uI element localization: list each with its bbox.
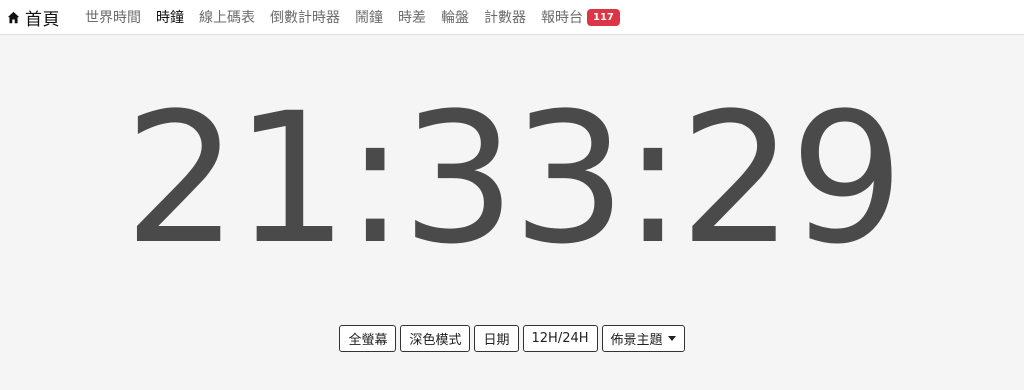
date-button[interactable]: 日期 [474,325,519,352]
notification-badge: 117 [587,8,620,26]
dark-mode-button[interactable]: 深色模式 [400,325,471,352]
nav-item-counter[interactable]: 計數器 [484,7,526,27]
home-link[interactable]: 首頁 [7,0,60,35]
digital-clock-display: 21:33:29 [123,75,904,284]
home-icon [7,11,20,23]
nav-item-clock[interactable]: 時鐘 [156,7,184,27]
nav-item-time-difference[interactable]: 時差 [398,7,426,27]
fullscreen-button[interactable]: 全螢幕 [339,325,397,352]
theme-dropdown-button[interactable]: 佈景主題 [601,325,685,352]
nav-item-time-announcer[interactable]: 報時台 117 [541,7,620,27]
nav-item-stopwatch[interactable]: 線上碼表 [199,7,255,27]
nav-menu: 世界時間 時鐘 線上碼表 倒數計時器 鬧鐘 時差 輪盤 計數器 報時台 117 [85,0,635,35]
home-label: 首頁 [25,9,60,30]
nav-item-roulette[interactable]: 輪盤 [441,7,469,27]
clock-toolbar: 全螢幕 深色模式 日期 12H/24H 佈景主題 [0,325,1024,352]
top-navbar: 首頁 世界時間 時鐘 線上碼表 倒數計時器 鬧鐘 時差 輪盤 計數器 報時台 1… [0,0,1024,35]
nav-item-time-announcer-label: 報時台 [541,10,583,26]
nav-item-alarm[interactable]: 鬧鐘 [355,7,383,27]
hour-format-button[interactable]: 12H/24H [522,325,598,352]
theme-dropdown-label: 佈景主題 [610,333,663,348]
caret-down-icon [667,336,676,341]
nav-item-countdown-timer[interactable]: 倒數計時器 [270,7,340,27]
nav-item-world-time[interactable]: 世界時間 [85,7,141,27]
